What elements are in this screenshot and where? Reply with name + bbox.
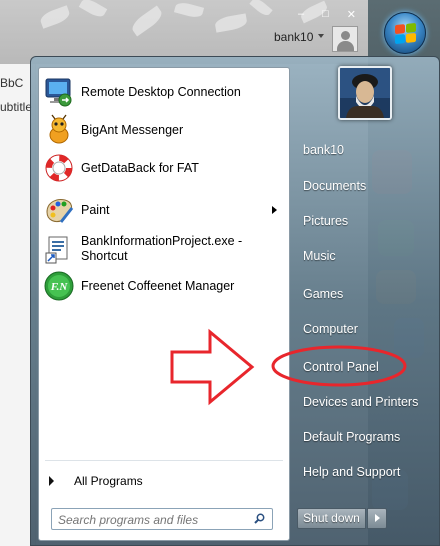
- annotation-overlay: [170, 328, 407, 406]
- annotation-circle: [271, 345, 407, 387]
- annotation-arrow: [170, 328, 255, 406]
